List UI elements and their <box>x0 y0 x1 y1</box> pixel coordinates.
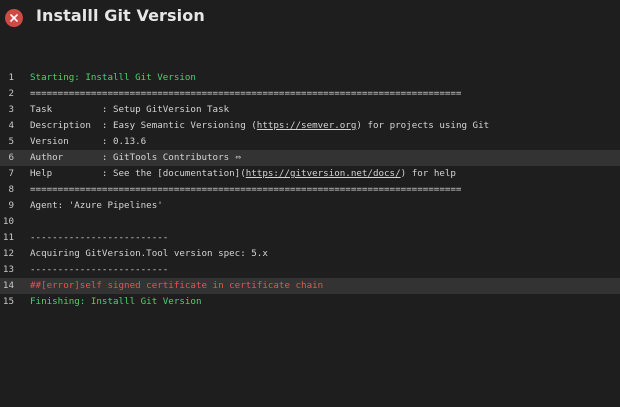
log-text: ------------------------- <box>30 264 169 275</box>
line-number: 14 <box>2 280 14 291</box>
log-line[interactable]: 1 Starting: Installl Git Version <box>0 70 620 86</box>
line-number: 1 <box>8 72 14 83</box>
log-line[interactable]: 8 ======================================… <box>0 182 620 198</box>
log-header: Installl Git Version <box>0 0 620 36</box>
log-line-error[interactable]: 14 ##[error]self signed certificate in c… <box>0 278 620 294</box>
log-line[interactable]: 3 Task : Setup GitVersion Task <box>0 102 620 118</box>
log-text: Help : See the [documentation](https://g… <box>30 166 456 182</box>
error-close-icon <box>5 9 23 27</box>
log-text: ========================================… <box>30 184 462 195</box>
line-number: 12 <box>2 248 14 259</box>
log-line[interactable]: 15 Finishing: Installl Git Version <box>0 294 620 310</box>
line-number: 5 <box>8 136 14 147</box>
line-number: 6 <box>8 152 14 163</box>
log-text: Description : Easy Semantic Versioning (… <box>30 118 489 134</box>
line-number: 7 <box>8 168 14 179</box>
log-text: Task : Setup GitVersion Task <box>30 104 230 115</box>
error-text: ##[error]self signed certificate in cert… <box>30 280 324 291</box>
log-output: 1 Starting: Installl Git Version 2 =====… <box>0 70 620 310</box>
line-number: 3 <box>8 104 14 115</box>
log-line[interactable]: 12 Acquiring GitVersion.Tool version spe… <box>0 246 620 262</box>
line-number: 10 <box>2 216 14 227</box>
semver-link[interactable]: https://semver.org <box>257 120 357 131</box>
line-number: 2 <box>8 88 14 99</box>
log-text-prefix: Description : Easy Semantic Versioning ( <box>30 120 257 131</box>
log-line-selected[interactable]: 6 Author : GitTools Contributors ⇔ <box>0 150 620 166</box>
log-text: Agent: 'Azure Pipelines' <box>30 200 163 211</box>
line-number: 11 <box>2 232 14 243</box>
log-text: ------------------------- <box>30 232 169 243</box>
log-text: Finishing: Installl Git Version <box>30 296 202 307</box>
log-text-suffix: ) for help <box>400 168 456 179</box>
log-text-content: Author : GitTools Contributors <box>30 152 230 163</box>
log-line[interactable]: 4 Description : Easy Semantic Versioning… <box>0 118 620 134</box>
log-line[interactable]: 5 Version : 0.13.6 <box>0 134 620 150</box>
page-title: Installl Git Version <box>36 6 205 25</box>
log-line[interactable]: 9 Agent: 'Azure Pipelines' <box>0 198 620 214</box>
log-text: ========================================… <box>30 88 462 99</box>
line-number: 13 <box>2 264 14 275</box>
line-number: 4 <box>8 120 14 131</box>
log-line[interactable]: 7 Help : See the [documentation](https:/… <box>0 166 620 182</box>
log-text: Starting: Installl Git Version <box>30 72 196 83</box>
log-line[interactable]: 13 ------------------------- <box>0 262 620 278</box>
log-text-suffix: ) for projects using Git <box>356 120 490 131</box>
pipeline-log-page: Installl Git Version 1 Starting: Install… <box>0 0 620 407</box>
link-icon[interactable]: ⇔ <box>235 150 241 166</box>
log-text: Acquiring GitVersion.Tool version spec: … <box>30 248 268 259</box>
log-line[interactable]: 2 ======================================… <box>0 86 620 102</box>
log-text-prefix: Help : See the [documentation]( <box>30 168 246 179</box>
line-number: 8 <box>8 184 14 195</box>
line-number: 9 <box>8 200 14 211</box>
line-number: 15 <box>2 296 14 307</box>
log-text: Author : GitTools Contributors ⇔ <box>30 150 241 166</box>
log-line[interactable]: 10 <box>0 214 620 230</box>
log-line[interactable]: 11 ------------------------- <box>0 230 620 246</box>
log-text: Version : 0.13.6 <box>30 136 147 147</box>
docs-link[interactable]: https://gitversion.net/docs/ <box>246 168 401 179</box>
